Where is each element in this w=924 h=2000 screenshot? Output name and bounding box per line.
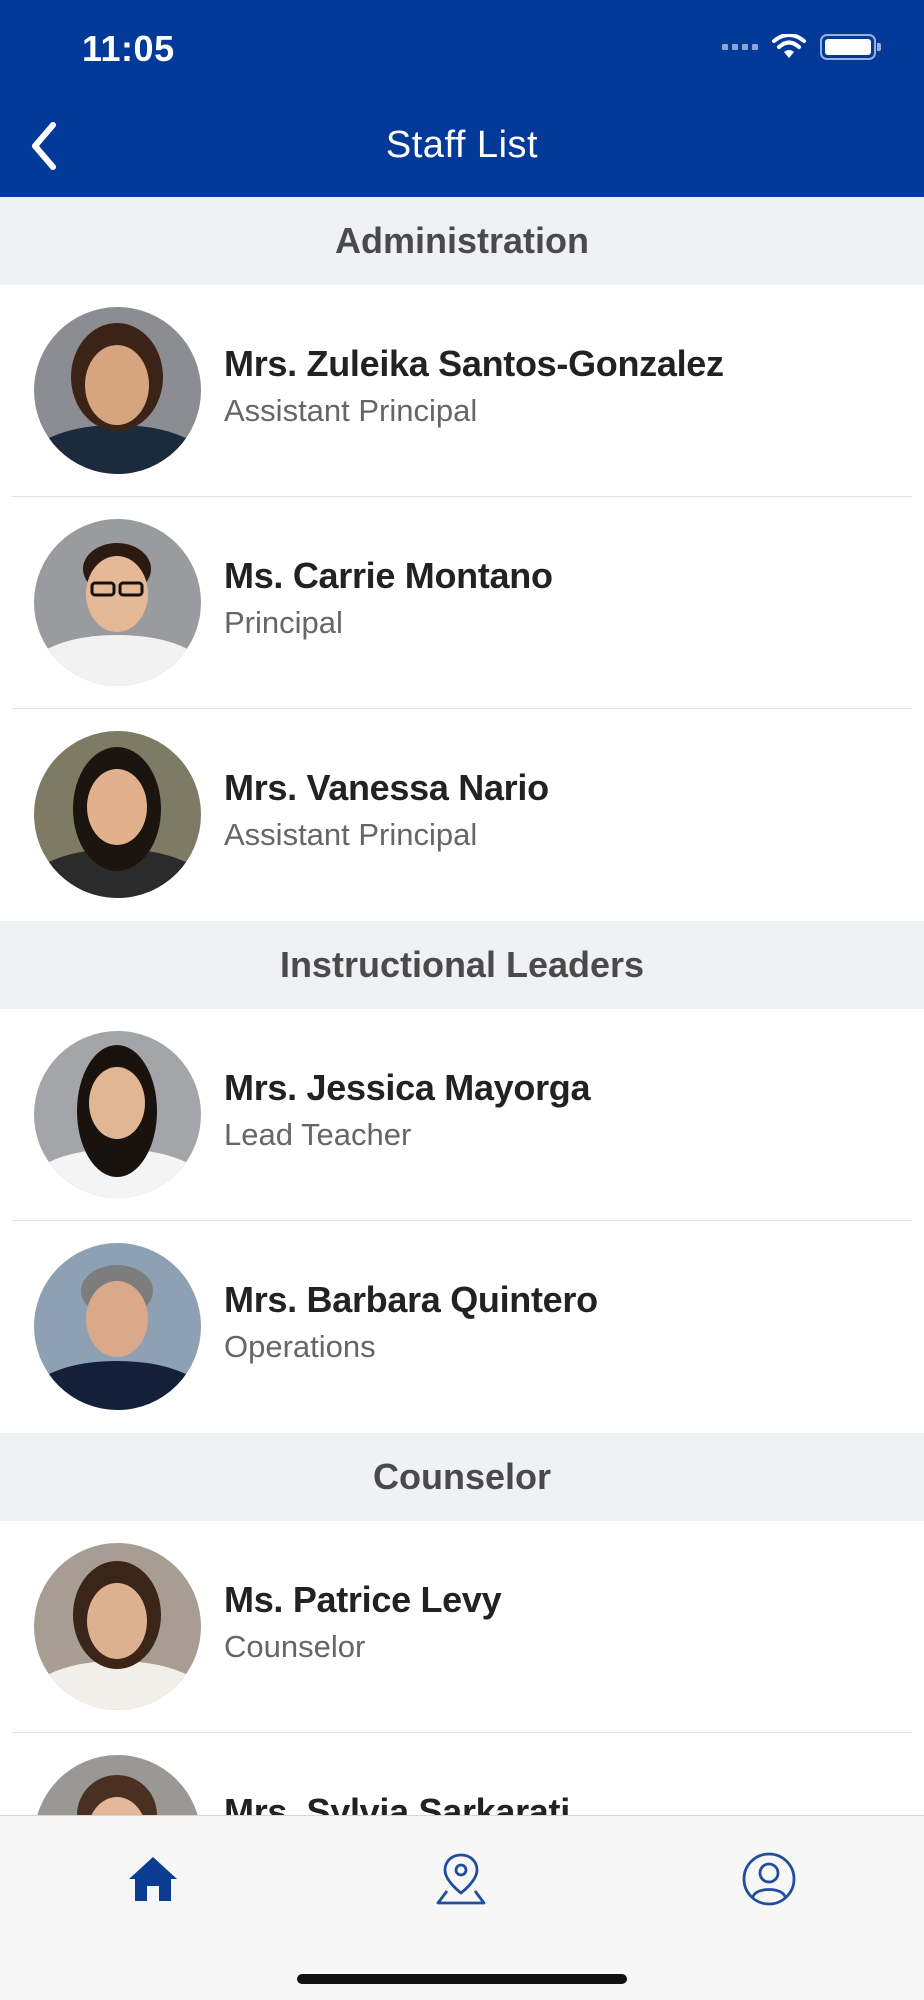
status-time: 11:05 (82, 28, 175, 69)
section-header-instructional-leaders: Instructional Leaders (0, 921, 924, 1009)
avatar (34, 1755, 201, 1815)
tab-home[interactable] (118, 1844, 188, 1914)
staff-role: Principal (224, 605, 343, 640)
staff-role: Assistant Principal (224, 817, 478, 852)
avatar (34, 731, 201, 898)
staff-name: Ms. Carrie Montano (224, 555, 553, 596)
staff-role: Lead Teacher (224, 1117, 412, 1152)
avatar (34, 1031, 201, 1198)
wifi-icon (772, 34, 806, 58)
staff-list[interactable]: Administration Mrs. Zuleika Santos-Gonza… (0, 197, 924, 1815)
staff-name: Mrs. Sylvia Sarkarati (224, 1791, 570, 1815)
tab-map[interactable] (426, 1844, 496, 1914)
map-pin-icon (436, 1853, 486, 1905)
home-icon (129, 1857, 177, 1901)
staff-role: Counselor (224, 1629, 366, 1664)
home-indicator (297, 1974, 627, 1984)
avatar (34, 1543, 201, 1710)
staff-row[interactable]: Ms. Carrie Montano Principal (0, 497, 924, 709)
staff-row[interactable]: Mrs. Barbara Quintero Operations (0, 1221, 924, 1433)
profile-icon (742, 1852, 796, 1906)
staff-row[interactable]: Mrs. Sylvia Sarkarati (0, 1733, 924, 1815)
avatar (34, 519, 201, 686)
staff-row[interactable]: Mrs. Vanessa Nario Assistant Principal (0, 709, 924, 921)
section-header-administration: Administration (0, 197, 924, 285)
staff-row[interactable]: Ms. Patrice Levy Counselor (0, 1521, 924, 1733)
status-icons (722, 34, 881, 60)
staff-name: Mrs. Barbara Quintero (224, 1279, 598, 1320)
staff-role: Assistant Principal (224, 393, 478, 428)
staff-name: Mrs. Vanessa Nario (224, 767, 549, 808)
staff-name: Mrs. Zuleika Santos-Gonzalez (224, 343, 724, 384)
page-title: Staff List (385, 124, 539, 166)
section-header-counselor: Counselor (0, 1433, 924, 1521)
staff-name: Mrs. Jessica Mayorga (224, 1067, 591, 1108)
avatar (34, 1243, 201, 1410)
avatar (34, 307, 201, 474)
tab-bar (0, 1815, 924, 2000)
staff-row[interactable]: Mrs. Zuleika Santos-Gonzalez Assistant P… (0, 285, 924, 497)
staff-name: Ms. Patrice Levy (224, 1579, 502, 1620)
staff-row[interactable]: Mrs. Jessica Mayorga Lead Teacher (0, 1009, 924, 1221)
staff-role: Operations (224, 1329, 376, 1364)
battery-icon (820, 34, 881, 60)
cellular-signal-icon (722, 44, 758, 50)
tab-profile[interactable] (734, 1844, 804, 1914)
app-header: 11:05 Staff List (0, 0, 924, 197)
